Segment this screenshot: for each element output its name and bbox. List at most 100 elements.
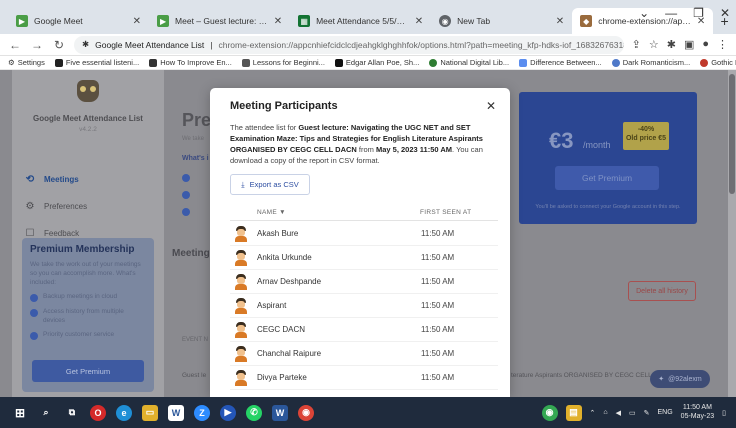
first-seen-time: 11:50 AM: [421, 301, 455, 310]
twitter-icon: ✦: [658, 376, 665, 383]
bookmark-settings[interactable]: ⚙ Settings: [8, 58, 45, 67]
first-seen-time: 11:50 AM: [421, 325, 455, 334]
close-icon[interactable]: ✕: [415, 16, 423, 27]
extensions-icon[interactable]: ✱: [667, 38, 676, 51]
avatar-icon: [234, 273, 248, 290]
bookmark-label: How To Improve En...: [160, 58, 232, 67]
column-first-seen-header: FIRST SEEN AT: [420, 209, 472, 216]
bg-event-column: EVENT N: [182, 337, 208, 343]
windows-start-icon[interactable]: ⊞: [12, 405, 28, 421]
feature-label: Access history from multiple devices: [43, 308, 124, 324]
clock[interactable]: 11:50 AM 05-May-23: [681, 404, 714, 422]
restore-icon[interactable]: ❐: [693, 6, 704, 20]
chevron-up-icon[interactable]: ⌃: [590, 409, 596, 417]
bookmarks-bar: ⚙ Settings Five essential listeni... How …: [0, 56, 736, 70]
desc-from: from: [356, 144, 376, 154]
participants-modal: Meeting Participants ✕ The attendee list…: [210, 88, 510, 397]
sidebar-item-preferences[interactable]: ⚙ Preferences: [24, 193, 164, 220]
avatar-icon: [234, 297, 248, 314]
reload-icon[interactable]: ↻: [52, 38, 66, 52]
tab-title: New Tab: [457, 16, 491, 26]
export-csv-button[interactable]: ⤓ Export as CSV: [230, 174, 310, 195]
notifications-icon[interactable]: ▯: [722, 409, 726, 417]
bookmark-item[interactable]: Lessons for Beginni...: [241, 58, 325, 67]
speaker-icon[interactable]: ◀: [616, 409, 621, 417]
twitter-follow-button[interactable]: ✦ @92alexm: [650, 370, 710, 388]
close-icon[interactable]: ✕: [133, 16, 141, 27]
forward-icon[interactable]: →: [30, 38, 44, 52]
sidepanel-icon[interactable]: ▣: [684, 38, 694, 51]
delete-history-button[interactable]: Delete all history: [628, 281, 696, 301]
close-icon[interactable]: ✕: [556, 16, 564, 27]
chrome-tray-icon[interactable]: ◉: [541, 404, 558, 421]
participants-table-header: NAME ▼ FIRST SEEN AT: [230, 209, 498, 221]
export-label: Export as CSV: [249, 180, 299, 189]
side-nav: ⟲ Meetings ⚙ Preferences ☐ Feedback: [24, 166, 164, 247]
whatsapp-icon[interactable]: ✆: [246, 404, 262, 421]
opera-icon[interactable]: O: [90, 404, 106, 421]
history-icon: ⟲: [25, 174, 35, 185]
table-row: Chanchal Raipure 11:50 AM: [230, 342, 498, 366]
first-seen-time: 11:50 AM: [421, 277, 455, 286]
bookmark-label: Edgar Allan Poe, Sh...: [345, 58, 420, 67]
search-icon[interactable]: ⌕: [38, 405, 54, 421]
close-window-icon[interactable]: ✕: [720, 6, 730, 20]
share-icon[interactable]: ⇪: [632, 38, 641, 51]
folder-tray-icon[interactable]: ▤: [565, 404, 582, 421]
avatar-icon: [234, 369, 248, 386]
pen-icon[interactable]: ✎: [644, 409, 650, 417]
tab-google-meet[interactable]: ▶ Google Meet ✕: [8, 8, 149, 34]
column-name-header[interactable]: NAME ▼: [230, 209, 420, 220]
star-icon[interactable]: ☆: [649, 38, 659, 51]
scrollbar-thumb[interactable]: [729, 74, 735, 194]
profile-icon[interactable]: ●: [702, 38, 709, 51]
bookmark-item[interactable]: Dark Romanticism...: [611, 58, 690, 67]
gear-icon: ⚙: [25, 201, 35, 212]
menu-icon[interactable]: ⋮: [717, 38, 728, 51]
price-period: /month: [583, 140, 611, 150]
bookmark-favicon: [519, 58, 528, 67]
owl-logo-icon: [77, 80, 99, 102]
bookmark-label: National Digital Lib...: [440, 58, 510, 67]
network-icon[interactable]: ⌂: [603, 409, 607, 416]
chrome-taskbar-icon[interactable]: ◉: [298, 404, 314, 421]
tab-title: Google Meet: [34, 16, 83, 26]
tab-search-icon[interactable]: ⌄: [639, 6, 649, 20]
bookmark-favicon: [429, 58, 438, 67]
tab-new-tab[interactable]: ◉ New Tab ✕: [431, 8, 572, 34]
bookmark-item[interactable]: Gothic Literature Q...: [700, 58, 736, 67]
minimize-icon[interactable]: —: [665, 6, 677, 20]
close-icon[interactable]: ✕: [486, 99, 496, 113]
edge-icon[interactable]: e: [116, 404, 132, 421]
battery-icon[interactable]: ▭: [629, 409, 636, 417]
task-view-icon[interactable]: ⧉: [64, 405, 80, 421]
bookmark-item[interactable]: How To Improve En...: [149, 58, 232, 67]
sidebar-item-meetings[interactable]: ⟲ Meetings: [24, 166, 164, 193]
media-player-icon[interactable]: ▶: [220, 404, 236, 421]
close-icon[interactable]: ✕: [274, 16, 282, 27]
zoom-icon[interactable]: Z: [194, 404, 210, 421]
avatar-icon: [234, 345, 248, 362]
bookmark-item[interactable]: Difference Between...: [519, 58, 602, 67]
file-explorer-icon[interactable]: ▭: [142, 404, 158, 421]
bookmark-favicon: [700, 58, 709, 67]
language-indicator[interactable]: ENG: [658, 409, 673, 416]
chrome-icon: ◉: [439, 15, 452, 27]
address-bar[interactable]: ✱ Google Meet Attendance List | chrome-e…: [74, 35, 624, 54]
bookmark-item[interactable]: Edgar Allan Poe, Sh...: [334, 58, 420, 67]
tab-meet-attendance[interactable]: ▦ Meet Attendance 5/5/2023 ✕: [290, 8, 431, 34]
bookmark-item[interactable]: National Digital Lib...: [429, 58, 509, 67]
bookmark-item[interactable]: Five essential listeni...: [54, 58, 139, 67]
word-icon[interactable]: W: [168, 404, 184, 421]
sidebar-get-premium-button[interactable]: Get Premium: [32, 360, 144, 382]
avatar-icon: [234, 249, 248, 266]
url-text: chrome-extension://appcnhiefcidclcdjeahg…: [218, 39, 624, 50]
table-row: CEGC DACN 11:50 AM: [230, 318, 498, 342]
first-seen-time: 11:50 AM: [421, 253, 455, 262]
back-icon[interactable]: ←: [8, 38, 22, 52]
word-doc-icon[interactable]: W: [272, 404, 288, 421]
page-scrollbar[interactable]: [728, 70, 736, 397]
get-premium-button[interactable]: Get Premium: [555, 166, 659, 190]
tab-meet-lecture[interactable]: ▶ Meet – Guest lecture: Nav… ✕: [149, 8, 290, 34]
participant-name: Aspirant: [257, 301, 287, 310]
